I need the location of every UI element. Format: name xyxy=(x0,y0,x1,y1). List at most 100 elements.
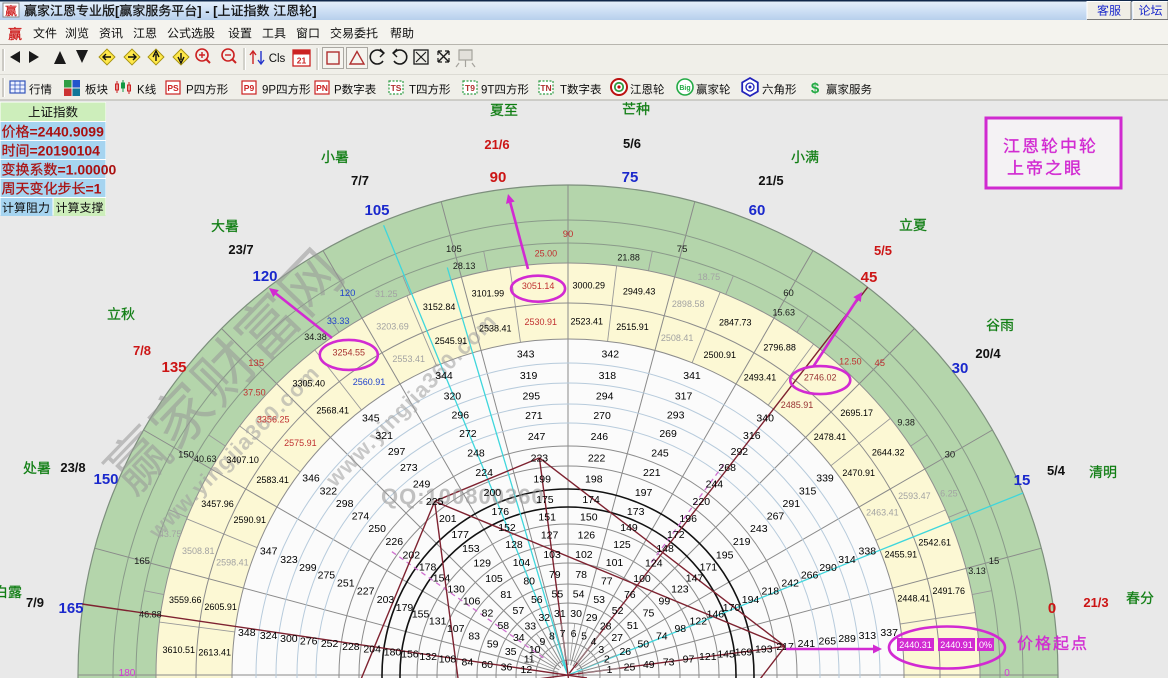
svg-text:196: 196 xyxy=(679,513,697,525)
svg-text:202: 202 xyxy=(403,549,421,561)
svg-text:105: 105 xyxy=(446,244,462,255)
svg-text:344: 344 xyxy=(435,370,453,382)
svg-text:5/4: 5/4 xyxy=(1047,463,1066,478)
svg-text:78: 78 xyxy=(575,569,587,581)
svg-text:40.63: 40.63 xyxy=(194,454,217,464)
svg-text:198: 198 xyxy=(585,474,603,486)
svg-text:7/9: 7/9 xyxy=(26,595,44,610)
svg-text:128: 128 xyxy=(505,539,523,551)
svg-text:2613.41: 2613.41 xyxy=(198,648,231,658)
svg-text:223: 223 xyxy=(531,452,549,464)
svg-text:90: 90 xyxy=(563,229,574,240)
svg-text:37.50: 37.50 xyxy=(243,388,266,398)
svg-text:]: ] xyxy=(312,3,316,18)
svg-text:75: 75 xyxy=(677,244,688,255)
svg-text:269: 269 xyxy=(659,428,677,440)
svg-text:31.25: 31.25 xyxy=(375,289,398,299)
svg-text:32: 32 xyxy=(538,612,550,624)
svg-text:200: 200 xyxy=(484,487,502,499)
svg-text:4: 4 xyxy=(591,636,597,648)
svg-text:298: 298 xyxy=(336,498,354,510)
svg-text:145: 145 xyxy=(717,649,735,661)
svg-text:35: 35 xyxy=(505,646,517,658)
svg-text:30: 30 xyxy=(952,360,969,377)
svg-text:169: 169 xyxy=(735,646,753,658)
svg-text:2491.76: 2491.76 xyxy=(933,586,966,596)
svg-text:273: 273 xyxy=(400,462,418,474)
svg-text:323: 323 xyxy=(280,554,298,566)
svg-text:2644.32: 2644.32 xyxy=(872,447,905,457)
svg-text:203: 203 xyxy=(377,594,395,606)
svg-text:2598.41: 2598.41 xyxy=(216,557,249,567)
svg-text:127: 127 xyxy=(541,530,559,542)
svg-text:251: 251 xyxy=(337,578,355,590)
svg-text:3152.84: 3152.84 xyxy=(423,302,456,312)
svg-text:12.50: 12.50 xyxy=(839,356,862,366)
svg-text:105: 105 xyxy=(485,573,503,585)
svg-text:79: 79 xyxy=(549,569,561,581)
svg-text:339: 339 xyxy=(816,472,834,484)
svg-text:3356.25: 3356.25 xyxy=(257,415,290,425)
svg-text:43.75: 43.75 xyxy=(159,529,182,539)
svg-text:18.75: 18.75 xyxy=(698,272,721,282)
svg-text:125: 125 xyxy=(613,539,631,551)
svg-text:7/8: 7/8 xyxy=(133,343,151,358)
svg-text:322: 322 xyxy=(320,486,338,498)
svg-text:320: 320 xyxy=(444,391,462,403)
svg-text:120: 120 xyxy=(252,268,277,285)
svg-text:83: 83 xyxy=(468,631,480,643)
svg-text:165: 165 xyxy=(58,600,83,617)
svg-text:76: 76 xyxy=(624,589,636,601)
svg-text:171: 171 xyxy=(700,562,718,574)
svg-text:149: 149 xyxy=(620,522,638,534)
svg-text:342: 342 xyxy=(602,348,620,360)
svg-text:84: 84 xyxy=(462,656,474,668)
svg-text:300: 300 xyxy=(280,633,298,645)
svg-text:3101.99: 3101.99 xyxy=(472,288,505,298)
svg-text:2847.73: 2847.73 xyxy=(719,318,752,328)
svg-text:194: 194 xyxy=(742,594,760,606)
svg-text:9.38: 9.38 xyxy=(897,418,915,428)
svg-text:100: 100 xyxy=(633,573,651,585)
svg-text:105: 105 xyxy=(364,202,389,219)
svg-text:131: 131 xyxy=(429,616,447,628)
svg-text:150: 150 xyxy=(580,511,598,523)
svg-text:77: 77 xyxy=(601,576,613,588)
svg-text:2695.17: 2695.17 xyxy=(840,408,873,418)
svg-text:] - [: ] - [ xyxy=(197,3,218,18)
svg-text:165: 165 xyxy=(134,556,150,567)
svg-text:49: 49 xyxy=(643,659,655,671)
svg-text:0: 0 xyxy=(1004,668,1010,678)
svg-text:3407.10: 3407.10 xyxy=(226,455,259,465)
svg-text:293: 293 xyxy=(667,409,685,421)
svg-text:197: 197 xyxy=(635,487,653,499)
svg-text:QQ:100800360: QQ:100800360 xyxy=(381,484,545,509)
svg-text:124: 124 xyxy=(645,558,663,570)
svg-text:156: 156 xyxy=(401,649,419,661)
svg-text:129: 129 xyxy=(473,558,491,570)
svg-text:220: 220 xyxy=(693,496,711,508)
svg-text:2: 2 xyxy=(604,653,610,665)
svg-text:58: 58 xyxy=(497,620,509,632)
svg-text:276: 276 xyxy=(300,635,318,647)
svg-text:170: 170 xyxy=(723,602,741,614)
svg-text:3: 3 xyxy=(598,644,604,656)
svg-text:324: 324 xyxy=(260,630,278,642)
svg-text:289: 289 xyxy=(838,633,856,645)
svg-text:21.88: 21.88 xyxy=(617,252,640,262)
svg-text:195: 195 xyxy=(716,549,734,561)
svg-text:180: 180 xyxy=(384,646,402,658)
svg-text:2455.91: 2455.91 xyxy=(885,550,918,560)
svg-text:30: 30 xyxy=(945,450,956,461)
svg-text:338: 338 xyxy=(859,546,877,558)
svg-text:29: 29 xyxy=(586,612,598,624)
svg-text:2508.41: 2508.41 xyxy=(661,333,694,343)
svg-text:245: 245 xyxy=(651,447,669,459)
svg-text:226: 226 xyxy=(386,536,404,548)
svg-text:2485.91: 2485.91 xyxy=(781,400,814,410)
svg-text:K: K xyxy=(137,85,145,97)
svg-text:7/7: 7/7 xyxy=(351,173,369,188)
svg-text:291: 291 xyxy=(783,498,801,510)
svg-text:103: 103 xyxy=(543,549,561,561)
svg-text:34: 34 xyxy=(513,632,525,644)
